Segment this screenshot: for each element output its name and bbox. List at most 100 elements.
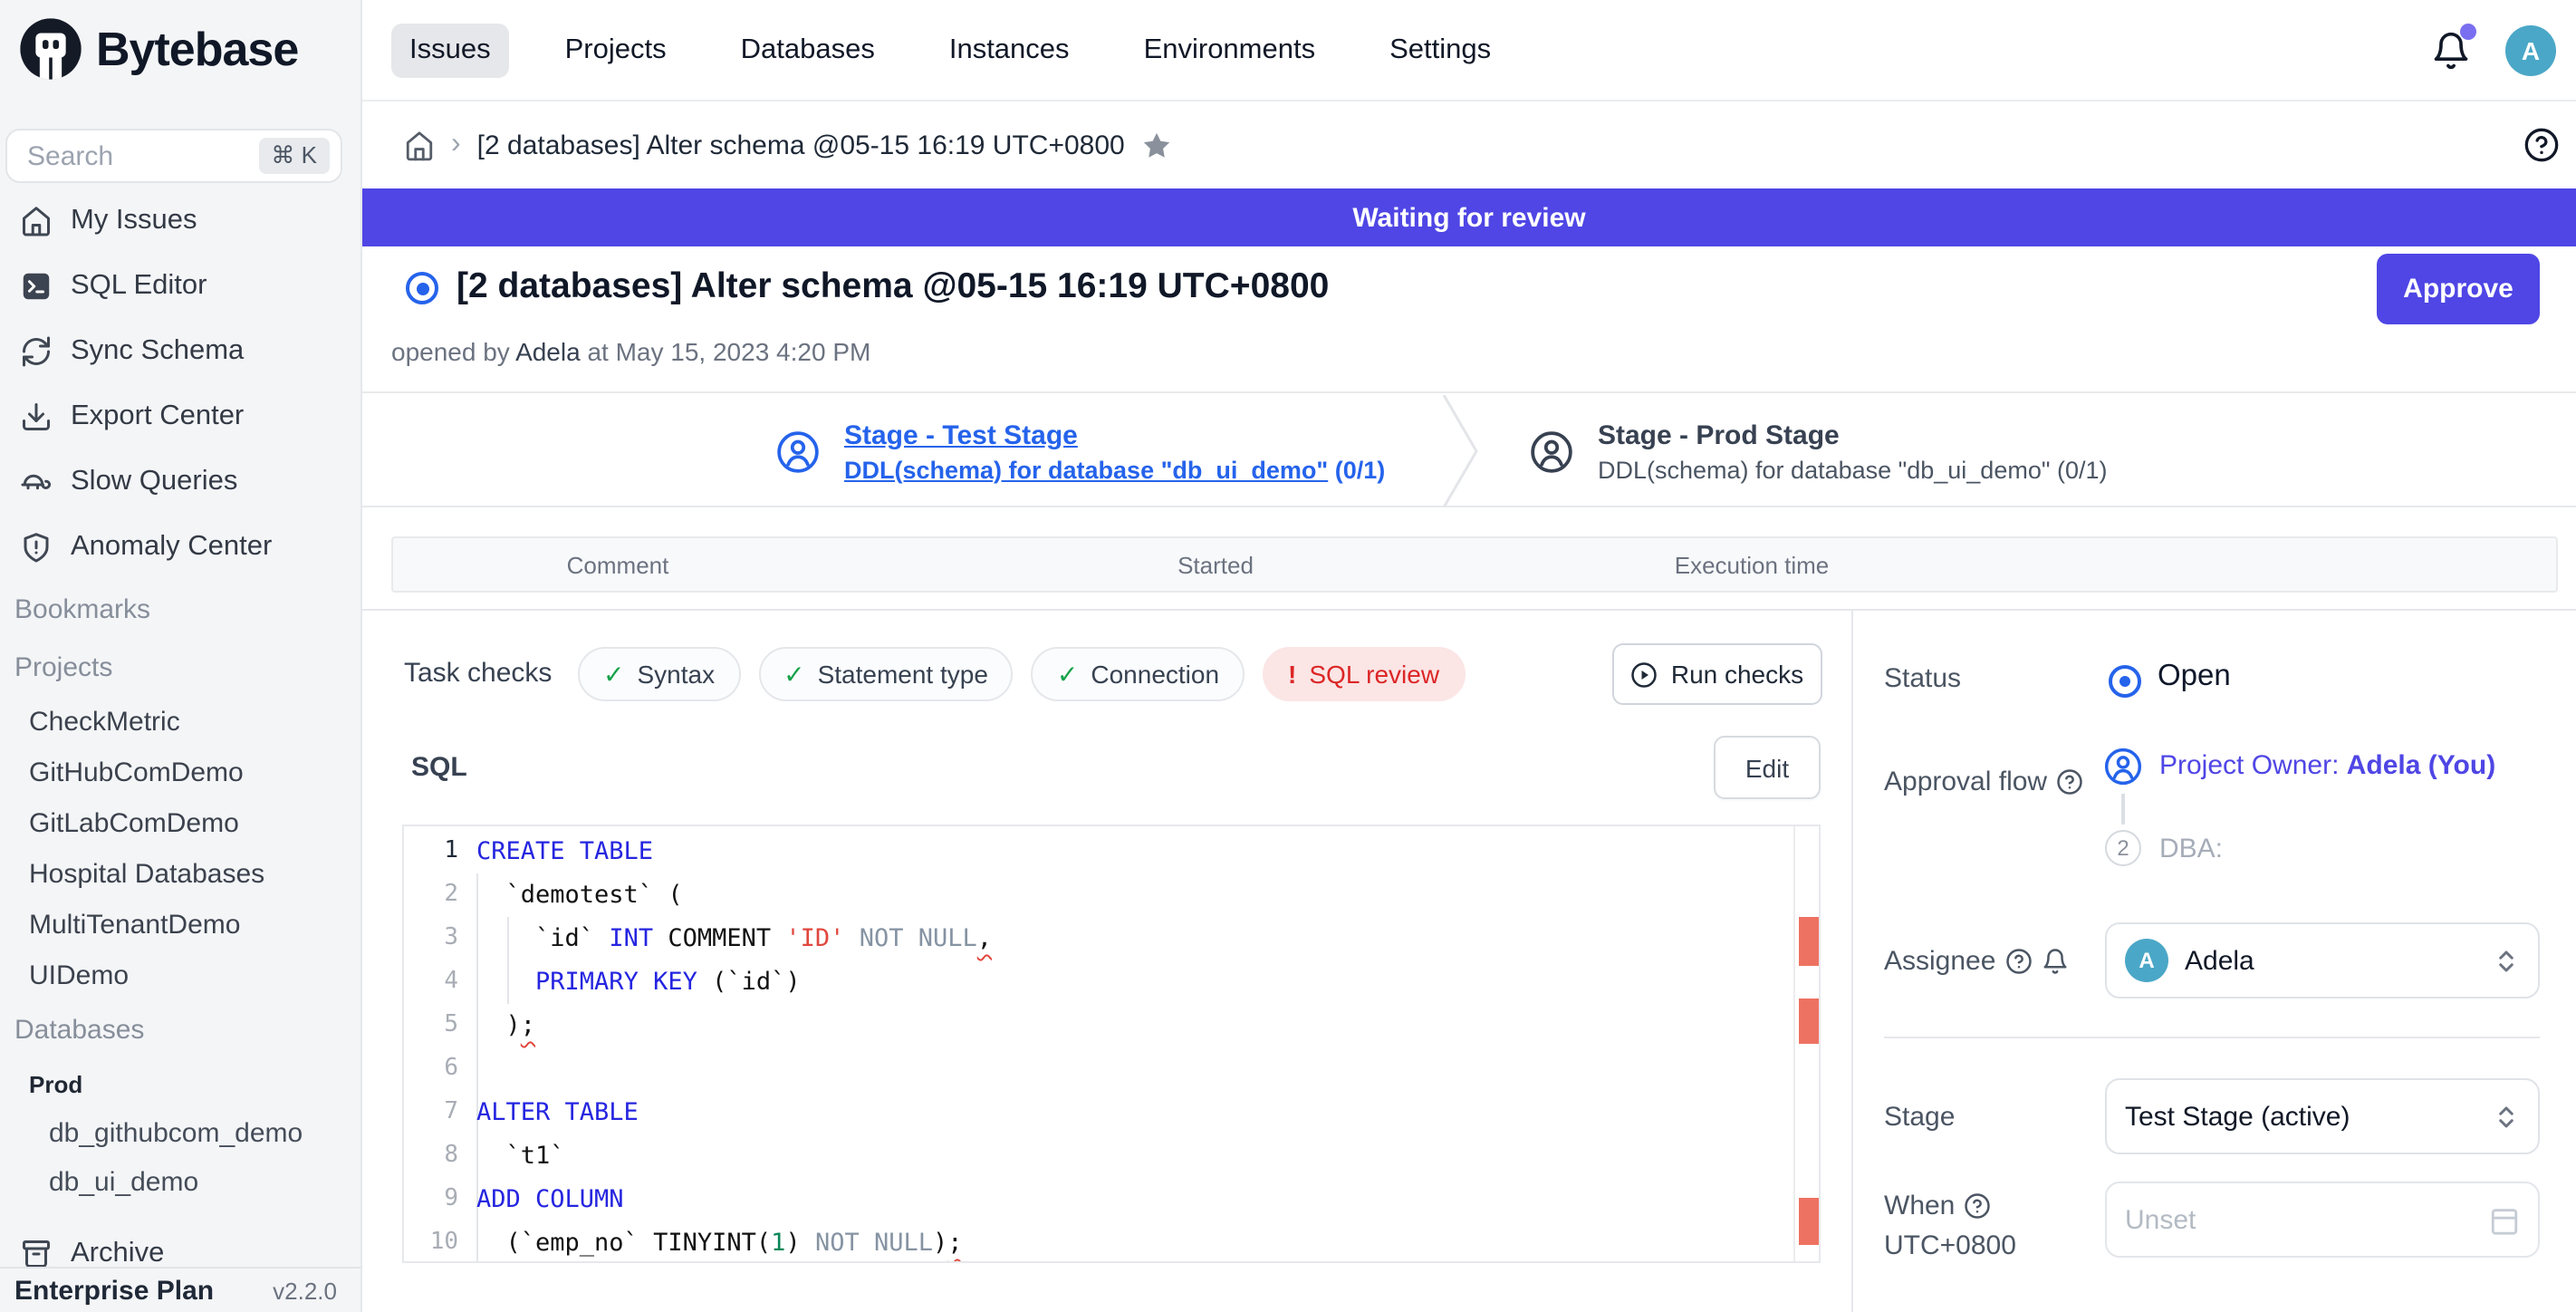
breadcrumb-title[interactable]: [2 databases] Alter schema @05-15 16:19 …	[477, 130, 1125, 160]
panel-divider	[1851, 611, 1853, 1312]
error-mark	[1799, 1198, 1819, 1245]
stage-detail[interactable]: DDL(schema) for database "db_ui_demo" (0…	[1598, 456, 2108, 483]
stage-detail[interactable]: DDL(schema) for database "db_ui_demo" (0…	[844, 456, 1385, 483]
sidebar-item-sql-editor[interactable]: SQL Editor	[0, 254, 362, 319]
error-mark	[1799, 917, 1819, 966]
sql-section-label: SQL	[411, 752, 467, 783]
approve-button[interactable]: Approve	[2377, 254, 2540, 324]
nav-item-environments[interactable]: Environments	[1126, 24, 1334, 78]
sidebar-item-my-issues[interactable]: My Issues	[0, 188, 362, 254]
sidebar-project-hospital-databases[interactable]: Hospital Databases	[0, 848, 362, 899]
nav-item-projects[interactable]: Projects	[547, 24, 685, 78]
help-circle-icon[interactable]	[1964, 1192, 1991, 1220]
code-line: 10 (`emp_no` TINYINT(1) NOT NULL);	[404, 1221, 1819, 1263]
sidebar-item-label: My Issues	[71, 205, 197, 237]
sidebar-database-db_ui_demo[interactable]: db_ui_demo	[0, 1158, 362, 1207]
calendar-icon	[2489, 1204, 2520, 1235]
panel-section-divider	[1884, 1037, 2540, 1038]
edit-sql-button[interactable]: Edit	[1714, 736, 1821, 799]
search-input[interactable]: Search ⌘ K	[5, 129, 342, 183]
when-date-input[interactable]: Unset	[2105, 1182, 2540, 1258]
home-icon[interactable]	[404, 130, 435, 160]
sidebar-project-uidemo[interactable]: UIDemo	[0, 950, 362, 1000]
code-line: 9ADD COLUMN	[404, 1178, 1819, 1221]
task-table-header: CommentStartedExecution time	[391, 536, 2558, 593]
code-line: 1CREATE TABLE	[404, 830, 1819, 873]
sidebar-project-multitenantdemo[interactable]: MultiTenantDemo	[0, 899, 362, 950]
content-divider	[362, 609, 2576, 611]
sidebar-item-slow-queries[interactable]: Slow Queries	[0, 449, 362, 515]
status-open-icon	[2109, 665, 2141, 698]
check-pill-syntax[interactable]: ✓Syntax	[578, 647, 740, 701]
sidebar-item-label: Export Center	[71, 400, 244, 433]
brand-name: Bytebase	[96, 21, 298, 77]
task-checks-label: Task checks	[404, 658, 552, 689]
check-label: Connection	[1091, 660, 1219, 689]
bytebase-app: Bytebase Search ⌘ K My Issues SQL Editor S…	[0, 0, 2576, 1312]
approval-step1[interactable]: Project Owner: Adela (You)	[2159, 750, 2495, 781]
approver-user-icon	[2103, 747, 2143, 786]
bytebase-logo-icon	[18, 16, 83, 82]
sidebar: Bytebase Search ⌘ K My Issues SQL Editor S…	[0, 0, 362, 1312]
opened-suffix: at May 15, 2023 4:20 PM	[587, 337, 870, 366]
check-label: Syntax	[637, 660, 715, 689]
stage-name[interactable]: Stage - Test Stage	[844, 420, 1385, 450]
nav-item-issues[interactable]: Issues	[391, 24, 509, 78]
check-label: Statement type	[818, 660, 988, 689]
stage-prod[interactable]: Stage - Prod Stage DDL(schema) for datab…	[1529, 393, 2108, 509]
help-circle-icon[interactable]	[2056, 768, 2083, 796]
shield-alert-icon	[20, 531, 53, 564]
sidebar-menu: My Issues SQL Editor Sync Schema Export Cen…	[0, 188, 362, 1287]
nav-item-databases[interactable]: Databases	[723, 24, 893, 78]
sidebar-project-checkmetric[interactable]: CheckMetric	[0, 696, 362, 747]
assignee-select[interactable]: A Adela	[2105, 922, 2540, 998]
check-pill-statement-type[interactable]: ✓ Statement type	[758, 647, 1014, 701]
sidebar-item-label: Slow Queries	[71, 466, 237, 498]
help-circle-icon[interactable]	[2004, 948, 2032, 975]
status-banner: Waiting for review	[362, 188, 2576, 246]
line-number: 3	[404, 917, 458, 960]
when-timezone: UTC+0800	[1884, 1230, 2016, 1261]
code-line: 3 `id` INT COMMENT 'ID' NOT NULL,	[404, 917, 1819, 960]
run-checks-button[interactable]: Run checks	[1612, 643, 1822, 705]
plan-label[interactable]: Enterprise Plan	[14, 1275, 214, 1306]
check-pill-connection[interactable]: ✓Connection	[1032, 647, 1245, 701]
error-icon: !	[1288, 660, 1296, 689]
task-check-pills: ✓Syntax ✓ Statement type ✓Connection! SQL re…	[578, 647, 1465, 701]
sql-editor[interactable]: 1CREATE TABLE2 `demotest` (3 `id` INT CO…	[402, 825, 1821, 1263]
stage-test[interactable]: Stage - Test Stage DDL(schema) for datab…	[775, 393, 1385, 509]
help-icon[interactable]	[2523, 127, 2560, 163]
sidebar-project-githubcomdemo[interactable]: GitHubComDemo	[0, 747, 362, 797]
star-icon[interactable]	[1141, 130, 1172, 160]
sidebar-item-export-center[interactable]: Export Center	[0, 384, 362, 449]
run-checks-label: Run checks	[1671, 660, 1803, 689]
bytebase-logo[interactable]: Bytebase	[18, 16, 298, 82]
subscribe-bell-icon[interactable]	[2041, 948, 2068, 975]
check-icon: ✓	[783, 659, 804, 690]
error-mark	[1799, 998, 1819, 1044]
stage-select[interactable]: Test Stage (active)	[2105, 1078, 2540, 1154]
line-number: 6	[404, 1047, 458, 1091]
sidebar-item-label: Anomaly Center	[71, 531, 272, 564]
check-pill-sql-review[interactable]: ! SQL review	[1263, 647, 1465, 701]
stage-user-icon	[1529, 429, 1574, 474]
assignee-value: Adela	[2185, 945, 2254, 976]
status-value: Open	[2158, 660, 2231, 694]
nav-item-instances[interactable]: Instances	[931, 24, 1088, 78]
sidebar-item-sync-schema[interactable]: Sync Schema	[0, 319, 362, 384]
search-placeholder: Search	[27, 140, 258, 171]
notifications-button[interactable]	[2431, 31, 2471, 71]
approval-connector	[2121, 794, 2125, 825]
avatar[interactable]: A	[2505, 25, 2556, 76]
sidebar-item-anomaly-center[interactable]: Anomaly Center	[0, 515, 362, 580]
check-label: SQL review	[1309, 660, 1439, 689]
stage-name[interactable]: Stage - Prod Stage	[1598, 420, 2108, 450]
column-header-execution-time: Execution time	[1675, 551, 1830, 578]
line-number: 7	[404, 1091, 458, 1134]
line-number: 8	[404, 1134, 458, 1178]
nav-item-settings[interactable]: Settings	[1371, 24, 1509, 78]
line-number: 1	[404, 830, 458, 873]
sidebar-item-label: SQL Editor	[71, 270, 207, 303]
sidebar-project-gitlabcomdemo[interactable]: GitLabComDemo	[0, 797, 362, 848]
sidebar-database-db_githubcom_demo[interactable]: db_githubcom_demo	[0, 1109, 362, 1158]
